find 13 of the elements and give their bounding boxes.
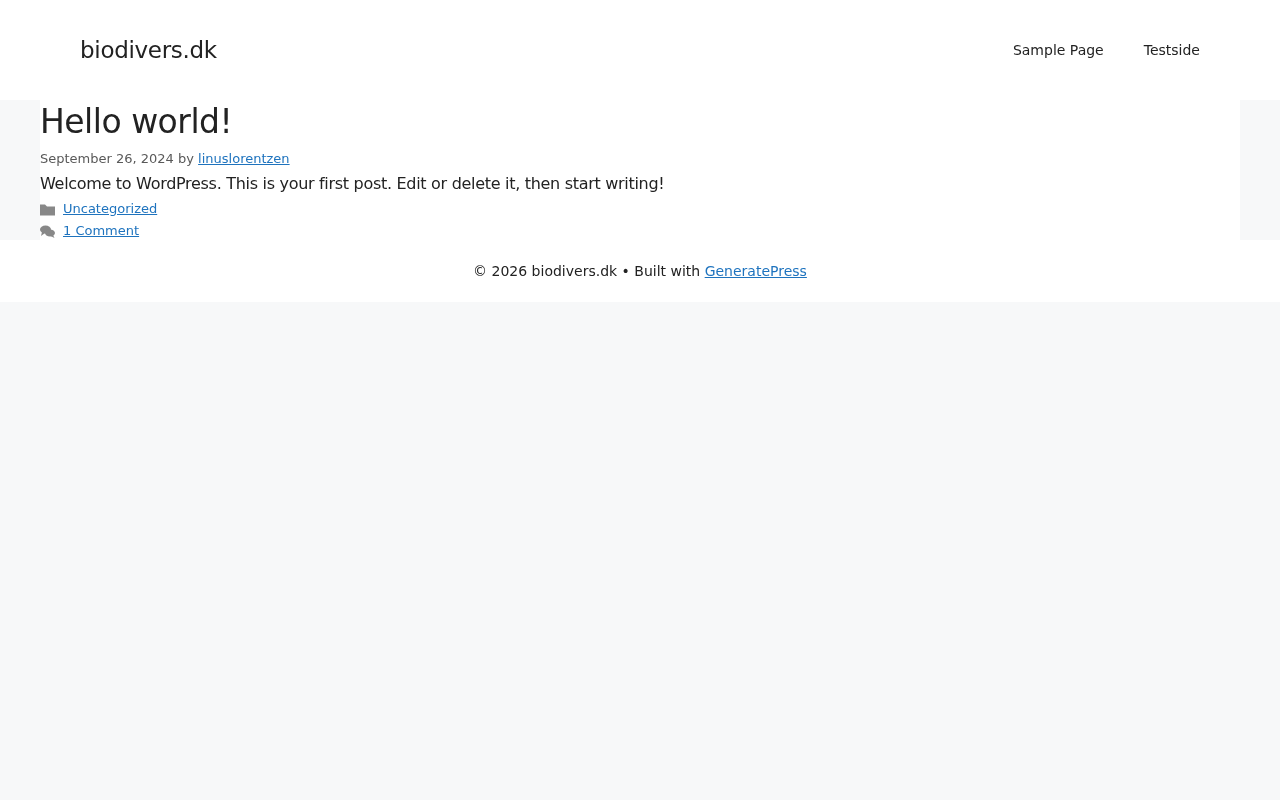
post-meta: September 26, 2024 by linuslorentzen [40,150,291,168]
nav-link[interactable]: Testside [1123,20,1220,80]
comments-icon [40,224,55,238]
post-title: Hello world! [40,101,234,143]
category-link[interactable]: Uncategorized [63,198,158,220]
comments-link[interactable]: 1 Comment [63,220,140,242]
site-title[interactable]: biodivers.dk [80,37,217,63]
post-body: Welcome to WordPress. This is your first post. Edit or delete it, then start writing! [40,173,666,195]
footer-credit: © 2026 biodivers.dk • Built with GeneratePress [473,263,807,279]
author-link[interactable]: linuslorentzen [198,151,290,166]
nav-link[interactable]: Sample Page [992,20,1124,80]
folder-icon [40,202,55,216]
footer-link[interactable]: GeneratePress [704,263,807,279]
